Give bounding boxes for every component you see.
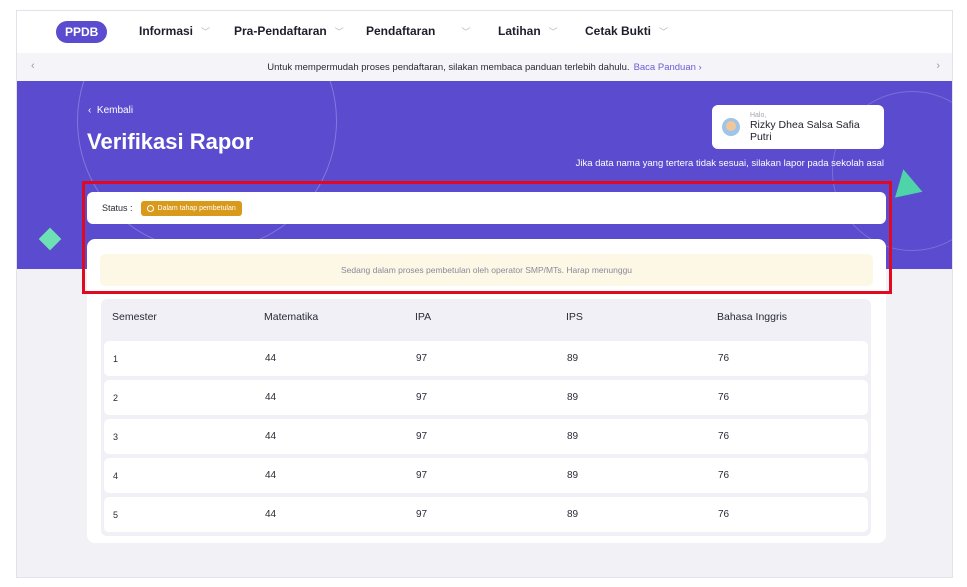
table-cell: 76	[718, 353, 730, 364]
table-cell: 76	[718, 509, 730, 520]
table-cell: 44	[265, 431, 277, 442]
table-cell: 97	[416, 353, 428, 364]
chevron-down-icon: ﹀	[201, 26, 211, 37]
chevron-down-icon: ﹀	[461, 26, 471, 37]
table-cell: 89	[567, 392, 579, 403]
table-row: 1 44 97 89 76	[104, 341, 868, 376]
table-cell: 76	[718, 470, 730, 481]
chevron-down-icon: ﹀	[334, 26, 344, 37]
nav-item-latihan[interactable]: Latihan ﹀	[498, 24, 558, 38]
status-badge: Dalam tahap pembetulan	[140, 200, 242, 216]
hero-note: Jika data nama yang tertera tidak sesuai…	[575, 158, 884, 169]
table-cell: 97	[416, 431, 428, 442]
table-cell: 89	[567, 431, 579, 442]
announcement-text: Untuk mempermudah proses pendaftaran, si…	[267, 61, 630, 73]
user-card: Halo, Rizky Dhea Salsa Safia Putri	[712, 105, 884, 149]
decor-diamond	[38, 227, 62, 251]
table-cell: 44	[265, 470, 277, 481]
user-name: Rizky Dhea Salsa Safia Putri	[749, 118, 860, 143]
table-cell: 44	[265, 353, 277, 364]
table-cell: 44	[265, 509, 277, 520]
back-label: Kembali	[96, 105, 134, 116]
status-badge-label: Dalam tahap pembetulan	[157, 204, 236, 212]
browser-frame: PPDB Informasi ﹀ Pra-Pendaftaran ﹀ Penda…	[16, 10, 953, 578]
chevron-right-icon[interactable]: ›	[936, 60, 940, 72]
table-cell: 89	[567, 353, 579, 364]
notice-banner: Sedang dalam proses pembetulan oleh oper…	[100, 254, 873, 286]
back-link[interactable]: ‹ Kembali	[88, 105, 133, 116]
table-row: 2 44 97 89 76	[104, 380, 868, 415]
chevron-down-icon: ﹀	[659, 26, 669, 37]
table-header: Semester Matematika IPA IPS Bahasa Inggr…	[101, 299, 871, 335]
table-cell: 4	[113, 470, 119, 481]
nav-item-label: Latihan	[498, 24, 541, 38]
grades-table: Semester Matematika IPA IPS Bahasa Inggr…	[101, 299, 871, 536]
chevron-left-icon: ‹	[88, 105, 92, 116]
table-cell: 97	[416, 470, 428, 481]
column-header: IPA	[415, 311, 432, 323]
status-card: Status : Dalam tahap pembetulan	[87, 192, 886, 224]
nav-item-pra-pendaftaran[interactable]: Pra-Pendaftaran ﹀	[234, 24, 344, 38]
column-header: Semester	[112, 311, 157, 323]
chevron-down-icon: ﹀	[548, 26, 558, 37]
table-cell: 44	[265, 392, 277, 403]
ppdb-logo[interactable]: PPDB	[56, 21, 108, 43]
table-cell: 76	[718, 392, 730, 403]
announcement-bar: ‹ Untuk mempermudah proses pendaftaran, …	[17, 53, 952, 81]
table-cell: 97	[416, 392, 428, 403]
nav-item-label: Pra-Pendaftaran	[234, 24, 327, 38]
table-cell: 3	[113, 431, 119, 442]
clock-icon	[146, 204, 154, 212]
table-cell: 97	[416, 509, 428, 520]
top-navigation: PPDB Informasi ﹀ Pra-Pendaftaran ﹀ Penda…	[17, 11, 952, 53]
table-row: 3 44 97 89 76	[104, 419, 868, 454]
table-row: 5 44 97 89 76	[104, 497, 868, 532]
table-cell: 76	[718, 431, 730, 442]
page-title: Verifikasi Rapor	[87, 129, 254, 154]
avatar	[722, 118, 740, 136]
chevron-left-icon[interactable]: ‹	[31, 60, 35, 72]
table-cell: 2	[113, 392, 119, 403]
column-header: IPS	[566, 311, 583, 323]
guide-link[interactable]: Baca Panduan ›	[634, 62, 702, 73]
table-cell: 89	[567, 509, 579, 520]
nav-item-pendaftaran[interactable]: Pendaftaran ﹀	[366, 24, 470, 38]
table-cell: 89	[567, 470, 579, 481]
table-row: 4 44 97 89 76	[104, 458, 868, 493]
nav-item-label: Pendaftaran	[366, 24, 436, 38]
nav-item-label: Cetak Bukti	[585, 24, 652, 38]
column-header: Bahasa Inggris	[717, 311, 788, 323]
status-label: Status :	[102, 203, 133, 213]
table-cell: 5	[113, 509, 119, 520]
nav-item-informasi[interactable]: Informasi ﹀	[139, 24, 210, 38]
column-header: Matematika	[264, 311, 319, 323]
nav-item-label: Informasi	[139, 24, 194, 38]
table-cell: 1	[113, 353, 119, 364]
nav-item-cetak-bukti[interactable]: Cetak Bukti ﹀	[585, 24, 668, 38]
greeting-label: Halo,	[749, 111, 767, 119]
